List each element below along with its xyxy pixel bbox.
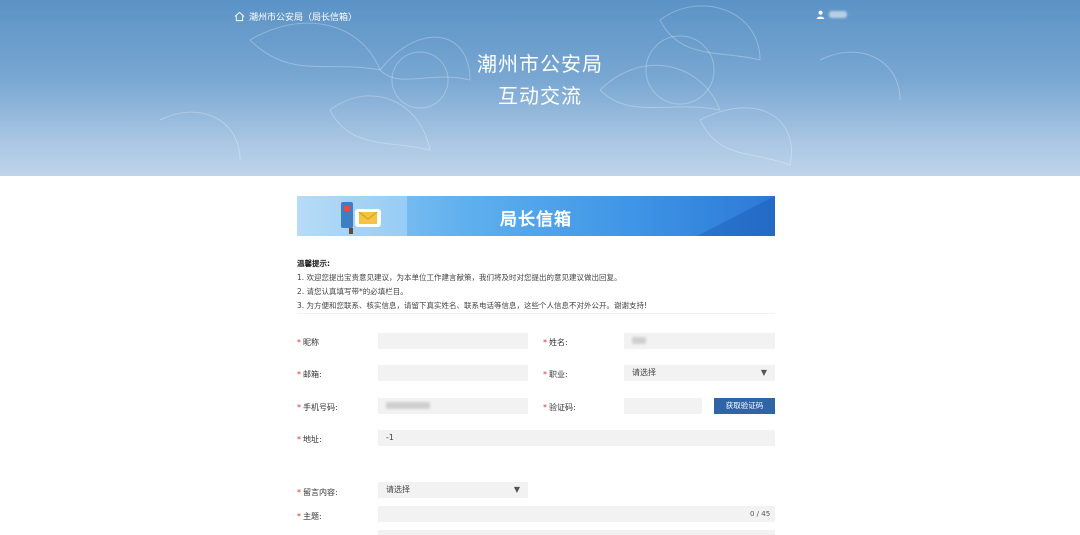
- page-subtitle: 互动交流: [498, 84, 582, 108]
- user-icon: [816, 10, 825, 19]
- caret-down-icon: ▼: [513, 485, 520, 494]
- subject-counter: 0 / 45: [750, 510, 771, 518]
- job-select-value: 请选择: [632, 368, 656, 377]
- home-icon: [234, 11, 245, 22]
- notice-item: 2. 请您认真填写带*的必填栏目。: [297, 287, 408, 296]
- content-type-select[interactable]: 请选择 ▼: [378, 482, 528, 498]
- content-select-value: 请选择: [386, 485, 410, 494]
- name-input[interactable]: [624, 333, 775, 349]
- address-input[interactable]: -1: [378, 430, 775, 446]
- home-link[interactable]: 潮州市公安局（局长信箱）: [234, 10, 357, 23]
- nickname-label: * 昵称: [297, 338, 319, 347]
- get-code-button[interactable]: 获取验证码: [714, 398, 775, 414]
- nickname-input[interactable]: [378, 333, 528, 349]
- notice-item: 3. 为方便和您联系、核实信息，请留下真实姓名、联系电话等信息，这些个人信息不对…: [297, 301, 648, 310]
- user-name-redacted: [829, 11, 847, 18]
- notice-block: 温馨提示: 1. 欢迎您提出宝贵意见建议，为本单位工作建言献策，我们将及时对您提…: [297, 257, 647, 313]
- divider: [297, 313, 775, 314]
- email-input[interactable]: [378, 365, 528, 381]
- job-select[interactable]: 请选择 ▼: [624, 365, 775, 381]
- name-label: * 姓名:: [543, 338, 568, 347]
- banner-title: 局长信箱: [500, 210, 572, 230]
- content-textarea[interactable]: [378, 530, 775, 535]
- header-banner: 潮州市公安局（局长信箱） 潮州市公安局 互动交流: [0, 0, 1080, 176]
- notice-item: 1. 欢迎您提出宝贵意见建议，为本单位工作建言献策，我们将及时对您提出的意见建议…: [297, 273, 622, 282]
- page-title: 潮州市公安局: [477, 52, 603, 76]
- email-label: * 邮箱:: [297, 370, 322, 379]
- subject-input[interactable]: [378, 506, 775, 522]
- address-label: * 地址:: [297, 435, 322, 444]
- phone-label: * 手机号码:: [297, 403, 338, 412]
- caret-down-icon: ▼: [760, 368, 767, 377]
- mailbox-banner: 局长信箱: [297, 196, 775, 236]
- redacted-name: [632, 337, 646, 344]
- code-label: * 验证码:: [543, 403, 576, 412]
- job-label: * 职业:: [543, 370, 568, 379]
- content-label: * 留言内容:: [297, 488, 338, 497]
- code-input[interactable]: [624, 398, 702, 414]
- user-menu[interactable]: [816, 10, 847, 19]
- subject-label: * 主题:: [297, 512, 322, 521]
- home-link-label: 潮州市公安局（局长信箱）: [249, 13, 358, 23]
- address-value: -1: [386, 433, 394, 442]
- phone-input[interactable]: [378, 398, 528, 414]
- redacted-phone: [386, 402, 430, 409]
- notice-heading: 温馨提示:: [297, 259, 330, 268]
